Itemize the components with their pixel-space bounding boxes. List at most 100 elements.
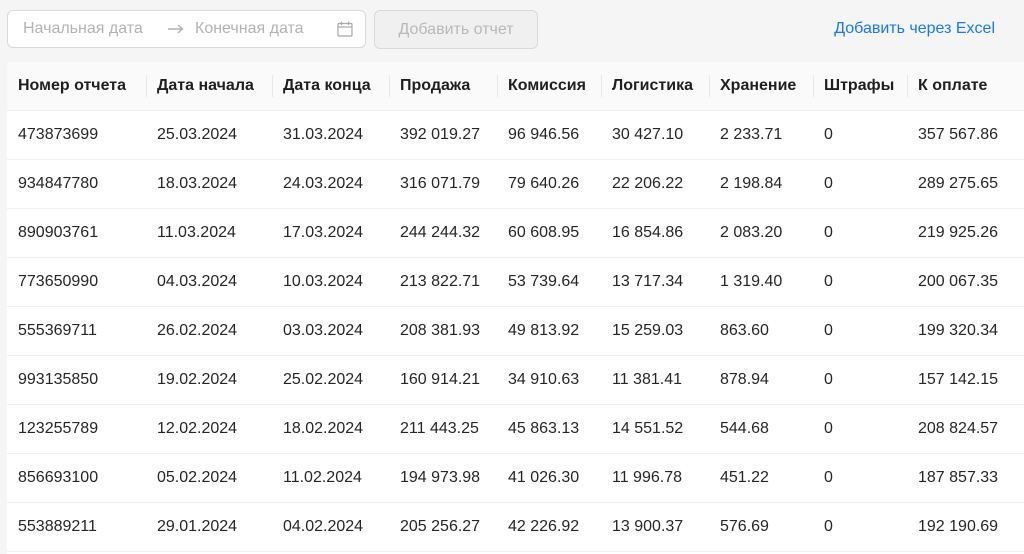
start-date-cell: 05.02.2024 xyxy=(146,453,272,503)
to-pay-cell: 199 320.34 xyxy=(907,306,1024,356)
table-row[interactable]: 993135850 19.02.2024 25.02.2024 160 914.21 3… xyxy=(7,355,1024,405)
report-number-cell: 934847780 xyxy=(7,159,146,209)
storage-cell: 1 319.40 xyxy=(709,257,813,307)
table-row[interactable]: 123255789 12.02.2024 18.02.2024 211 443.25 4… xyxy=(7,404,1024,454)
column-header-fines: Штрафы xyxy=(813,62,907,111)
commission-cell: 79 640.26 xyxy=(497,159,601,209)
to-pay-cell: 208 824.57 xyxy=(907,404,1024,454)
storage-cell: 2 233.71 xyxy=(709,110,813,160)
storage-cell: 544.68 xyxy=(709,404,813,454)
storage-cell: 2 198.84 xyxy=(709,159,813,209)
toolbar: Начальная дата Конечная дата Добавить от… xyxy=(0,0,1024,62)
to-pay-cell: 187 857.33 xyxy=(907,453,1024,503)
start-date-cell: 26.02.2024 xyxy=(146,306,272,356)
column-header-commission: Комиссия xyxy=(497,62,601,111)
table-row[interactable]: 555369711 26.02.2024 03.03.2024 208 381.93 4… xyxy=(7,306,1024,356)
start-date-cell: 12.02.2024 xyxy=(146,404,272,454)
column-header-start-date: Дата начала xyxy=(146,62,272,111)
to-pay-cell: 157 142.15 xyxy=(907,355,1024,405)
logistics-cell: 13 717.34 xyxy=(601,257,709,307)
start-date-cell: 18.03.2024 xyxy=(146,159,272,209)
to-pay-cell: 289 275.65 xyxy=(907,159,1024,209)
fines-cell: 0 xyxy=(813,404,907,454)
sale-cell: 160 914.21 xyxy=(389,355,497,405)
table-row[interactable]: 773650990 04.03.2024 10.03.2024 213 822.71 5… xyxy=(7,257,1024,307)
end-date-input[interactable]: Конечная дата xyxy=(195,20,337,38)
logistics-cell: 11 381.41 xyxy=(601,355,709,405)
table-row[interactable]: 553889211 29.01.2024 04.02.2024 205 256.27 4… xyxy=(7,502,1024,552)
end-date-cell: 11.02.2024 xyxy=(272,453,389,503)
fines-cell: 0 xyxy=(813,306,907,356)
end-date-cell: 03.03.2024 xyxy=(272,306,389,356)
end-date-cell: 24.03.2024 xyxy=(272,159,389,209)
add-via-excel-link[interactable]: Добавить через Excel xyxy=(834,20,995,38)
report-number-cell: 890903761 xyxy=(7,208,146,258)
report-number-cell: 856693100 xyxy=(7,453,146,503)
reports-page: Начальная дата Конечная дата Добавить от… xyxy=(0,0,1024,554)
commission-cell: 96 946.56 xyxy=(497,110,601,160)
fines-cell: 0 xyxy=(813,453,907,503)
reports-table: Номер отчета Дата начала Дата конца Прод… xyxy=(7,62,1024,554)
fines-cell: 0 xyxy=(813,355,907,405)
sale-cell: 205 256.27 xyxy=(389,502,497,552)
storage-cell: 576.69 xyxy=(709,502,813,552)
start-date-cell: 29.01.2024 xyxy=(146,502,272,552)
logistics-cell: 13 900.37 xyxy=(601,502,709,552)
commission-cell: 41 026.30 xyxy=(497,453,601,503)
to-pay-cell: 219 925.26 xyxy=(907,208,1024,258)
column-header-end-date: Дата конца xyxy=(272,62,389,111)
column-header-to-pay: К оплате xyxy=(907,62,1024,111)
commission-cell: 42 226.92 xyxy=(497,502,601,552)
column-header-logistics: Логистика xyxy=(601,62,709,111)
fines-cell: 0 xyxy=(813,159,907,209)
logistics-cell: 16 854.86 xyxy=(601,208,709,258)
table-row[interactable]: 890903761 11.03.2024 17.03.2024 244 244.32 6… xyxy=(7,208,1024,258)
calendar-icon[interactable] xyxy=(337,21,353,37)
logistics-cell: 15 259.03 xyxy=(601,306,709,356)
fines-cell: 0 xyxy=(813,502,907,552)
column-header-sale: Продажа xyxy=(389,62,497,111)
report-number-cell: 555369711 xyxy=(7,306,146,356)
table-row[interactable]: 934847780 18.03.2024 24.03.2024 316 071.79 7… xyxy=(7,159,1024,209)
fines-cell: 0 xyxy=(813,110,907,160)
sale-cell: 211 443.25 xyxy=(389,404,497,454)
column-header-storage: Хранение xyxy=(709,62,813,111)
commission-cell: 34 910.63 xyxy=(497,355,601,405)
arrow-right-icon xyxy=(161,24,191,34)
to-pay-cell: 192 190.69 xyxy=(907,502,1024,552)
report-number-cell: 473873699 xyxy=(7,110,146,160)
start-date-cell: 11.03.2024 xyxy=(146,208,272,258)
end-date-cell: 10.03.2024 xyxy=(272,257,389,307)
sale-cell: 316 071.79 xyxy=(389,159,497,209)
table-row[interactable]: 473873699 25.03.2024 31.03.2024 392 019.27 9… xyxy=(7,110,1024,160)
to-pay-cell: 200 067.35 xyxy=(907,257,1024,307)
report-number-cell: 773650990 xyxy=(7,257,146,307)
sale-cell: 194 973.98 xyxy=(389,453,497,503)
logistics-cell: 22 206.22 xyxy=(601,159,709,209)
storage-cell: 451.22 xyxy=(709,453,813,503)
fines-cell: 0 xyxy=(813,257,907,307)
sale-cell: 208 381.93 xyxy=(389,306,497,356)
fines-cell: 0 xyxy=(813,208,907,258)
storage-cell: 878.94 xyxy=(709,355,813,405)
end-date-cell: 04.02.2024 xyxy=(272,502,389,552)
table-header-row: Номер отчета Дата начала Дата конца Прод… xyxy=(7,62,1024,111)
storage-cell: 863.60 xyxy=(709,306,813,356)
end-date-cell: 18.02.2024 xyxy=(272,404,389,454)
logistics-cell: 14 551.52 xyxy=(601,404,709,454)
report-number-cell: 553889211 xyxy=(7,502,146,552)
start-date-cell: 19.02.2024 xyxy=(146,355,272,405)
add-report-button[interactable]: Добавить отчет xyxy=(374,10,538,49)
commission-cell: 49 813.92 xyxy=(497,306,601,356)
date-range-picker[interactable]: Начальная дата Конечная дата xyxy=(7,10,366,48)
start-date-cell: 25.03.2024 xyxy=(146,110,272,160)
report-number-cell: 993135850 xyxy=(7,355,146,405)
sale-cell: 244 244.32 xyxy=(389,208,497,258)
report-number-cell: 123255789 xyxy=(7,404,146,454)
column-header-report-number: Номер отчета xyxy=(7,62,146,111)
end-date-cell: 17.03.2024 xyxy=(272,208,389,258)
start-date-input[interactable]: Начальная дата xyxy=(23,20,161,38)
table-row[interactable]: 856693100 05.02.2024 11.02.2024 194 973.98 4… xyxy=(7,453,1024,503)
commission-cell: 60 608.95 xyxy=(497,208,601,258)
sale-cell: 392 019.27 xyxy=(389,110,497,160)
